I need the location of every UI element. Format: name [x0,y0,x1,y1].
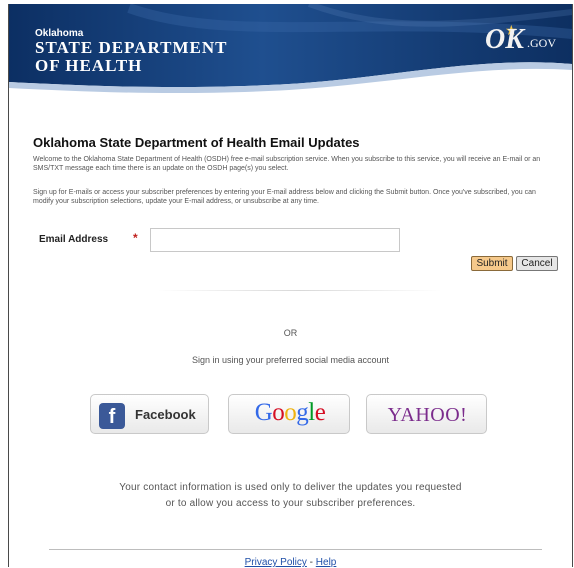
divider [157,290,441,291]
required-asterisk: * [133,231,138,245]
site-header: Oklahoma STATE DEPARTMENT OF HEALTH ★ OK… [9,4,572,96]
org-name-line2: OF HEALTH [35,56,143,75]
facebook-label: Facebook [135,407,196,422]
page-frame: Oklahoma STATE DEPARTMENT OF HEALTH ★ OK… [8,4,573,568]
privacy-notice-line2: or to allow you access to your subscribe… [165,498,416,509]
page-title: Oklahoma State Department of Health Emai… [33,135,360,150]
email-field[interactable] [150,228,400,252]
google-logo: Google [229,399,351,427]
or-separator: OR [283,328,298,338]
yahoo-signin-button[interactable]: YAHOO! [366,394,487,434]
privacy-policy-link[interactable]: Privacy Policy [245,557,307,568]
ok-gov-logo[interactable]: ★ OK .GOV [483,22,567,64]
google-logo-letter: o [284,399,297,426]
footer-separator: - [309,557,313,568]
footer: Privacy Policy - Help [9,557,572,568]
instructions-text: Sign up for E-mails or access your subsc… [33,189,536,205]
google-logo-letter: o [272,399,285,426]
google-signin-button[interactable]: Google [228,394,350,434]
google-logo-letter: G [254,399,273,426]
facebook-signin-button[interactable]: f Facebook [90,394,209,434]
google-logo-letter: g [296,399,309,426]
ok-gov-logo-gov: .GOV [527,36,556,50]
org-name-line1: STATE DEPARTMENT [35,38,228,57]
ok-gov-logo-ok: OK [485,24,524,55]
social-signin-prompt: Sign in using your preferred social medi… [191,355,390,365]
facebook-icon: f [99,403,125,429]
email-label: Email Address [39,234,109,245]
yahoo-logo: YAHOO! [387,404,468,426]
privacy-notice-line1: Your contact information is used only to… [119,482,462,493]
submit-button[interactable]: Submit [471,256,513,271]
intro-text: Welcome to the Oklahoma State Department… [33,156,541,172]
google-logo-letter: e [314,399,326,426]
cancel-button[interactable]: Cancel [516,256,558,271]
footer-divider [49,549,542,550]
help-link[interactable]: Help [316,557,337,568]
